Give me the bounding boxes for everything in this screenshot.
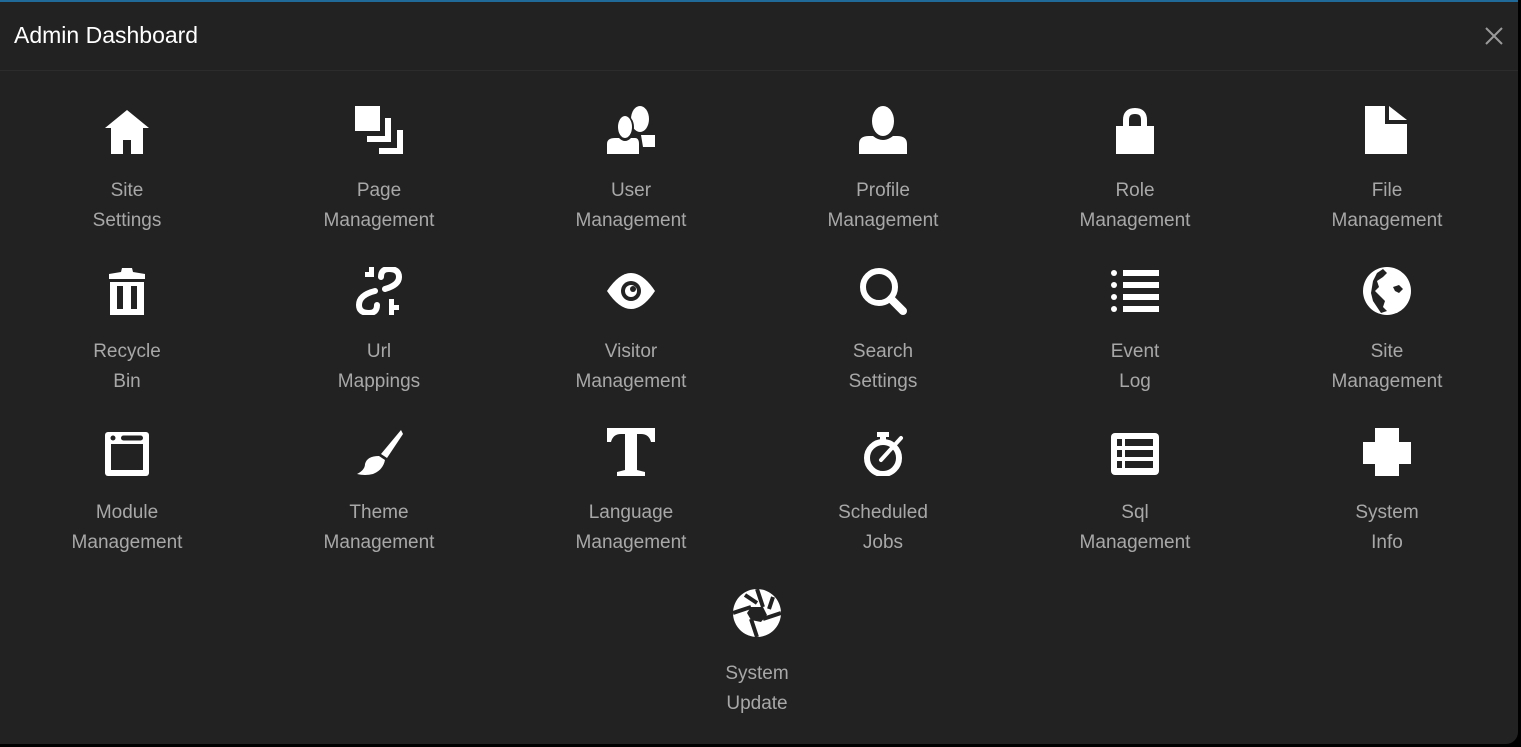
tile-label: Language Management <box>575 502 687 553</box>
tile-site-management[interactable]: Site Management <box>1287 267 1487 407</box>
tile-language-management[interactable]: Language Management <box>531 428 731 568</box>
tile-label: Sql Management <box>1079 502 1191 553</box>
tile-label: Url Mappings <box>337 341 421 392</box>
file-icon <box>1363 106 1411 154</box>
globe-icon <box>1363 267 1411 315</box>
tile-url-mappings[interactable]: Url Mappings <box>279 267 479 407</box>
admin-tiles-grid: Site Settings Page Management User Manageme… <box>0 2 1518 744</box>
people-icon <box>607 106 655 154</box>
trash-icon <box>103 267 151 315</box>
tile-label: Scheduled Jobs <box>838 502 928 553</box>
tile-search-settings[interactable]: Search Settings <box>783 267 983 407</box>
tile-scheduled-jobs[interactable]: Scheduled Jobs <box>783 428 983 568</box>
tile-role-management[interactable]: Role Management <box>1035 106 1235 246</box>
person-icon <box>859 106 907 154</box>
tile-label: Module Management <box>71 502 183 553</box>
eye-icon <box>607 267 655 315</box>
aperture-icon <box>733 589 781 637</box>
lock-icon <box>1111 106 1159 154</box>
tile-user-management[interactable]: User Management <box>531 106 731 246</box>
tile-label: Page Management <box>323 180 435 231</box>
home-icon <box>103 106 151 154</box>
magnifier-icon <box>859 267 907 315</box>
tile-page-management[interactable]: Page Management <box>279 106 479 246</box>
tile-profile-management[interactable]: Profile Management <box>783 106 983 246</box>
tile-label: User Management <box>575 180 687 231</box>
tile-theme-management[interactable]: Theme Management <box>279 428 479 568</box>
tile-label: Profile Management <box>827 180 939 231</box>
tile-visitor-management[interactable]: Visitor Management <box>531 267 731 407</box>
tile-file-management[interactable]: File Management <box>1287 106 1487 246</box>
tile-module-management[interactable]: Module Management <box>27 428 227 568</box>
broken-link-icon <box>355 267 403 315</box>
tile-event-log[interactable]: Event Log <box>1035 267 1235 407</box>
tile-sql-management[interactable]: Sql Management <box>1035 428 1235 568</box>
browser-window-icon <box>103 428 151 476</box>
tile-label: System Info <box>1355 502 1419 553</box>
admin-dashboard-modal: Admin Dashboard Site Settings Page Managem… <box>0 0 1518 744</box>
medical-cross-icon <box>1363 428 1411 476</box>
tile-system-info[interactable]: System Info <box>1287 428 1487 568</box>
tile-label: Visitor Management <box>575 341 687 392</box>
timer-icon <box>859 428 907 476</box>
tile-label: System Update <box>725 663 789 714</box>
tile-recycle-bin[interactable]: Recycle Bin <box>27 267 227 407</box>
tile-label: Event Log <box>1110 341 1160 392</box>
tile-label: Site Settings <box>92 180 162 231</box>
pages-icon <box>355 106 403 154</box>
tile-label: File Management <box>1331 180 1443 231</box>
tile-label: Role Management <box>1079 180 1191 231</box>
tile-label: Recycle Bin <box>93 341 161 392</box>
table-list-icon <box>1111 428 1159 476</box>
tile-label: Search Settings <box>848 341 918 392</box>
tile-label: Site Management <box>1331 341 1443 392</box>
tile-site-settings[interactable]: Site Settings <box>27 106 227 246</box>
tile-label: Theme Management <box>323 502 435 553</box>
list-icon <box>1111 267 1159 315</box>
brush-icon <box>355 428 403 476</box>
text-icon <box>607 428 655 476</box>
tile-system-update[interactable]: System Update <box>657 589 857 729</box>
